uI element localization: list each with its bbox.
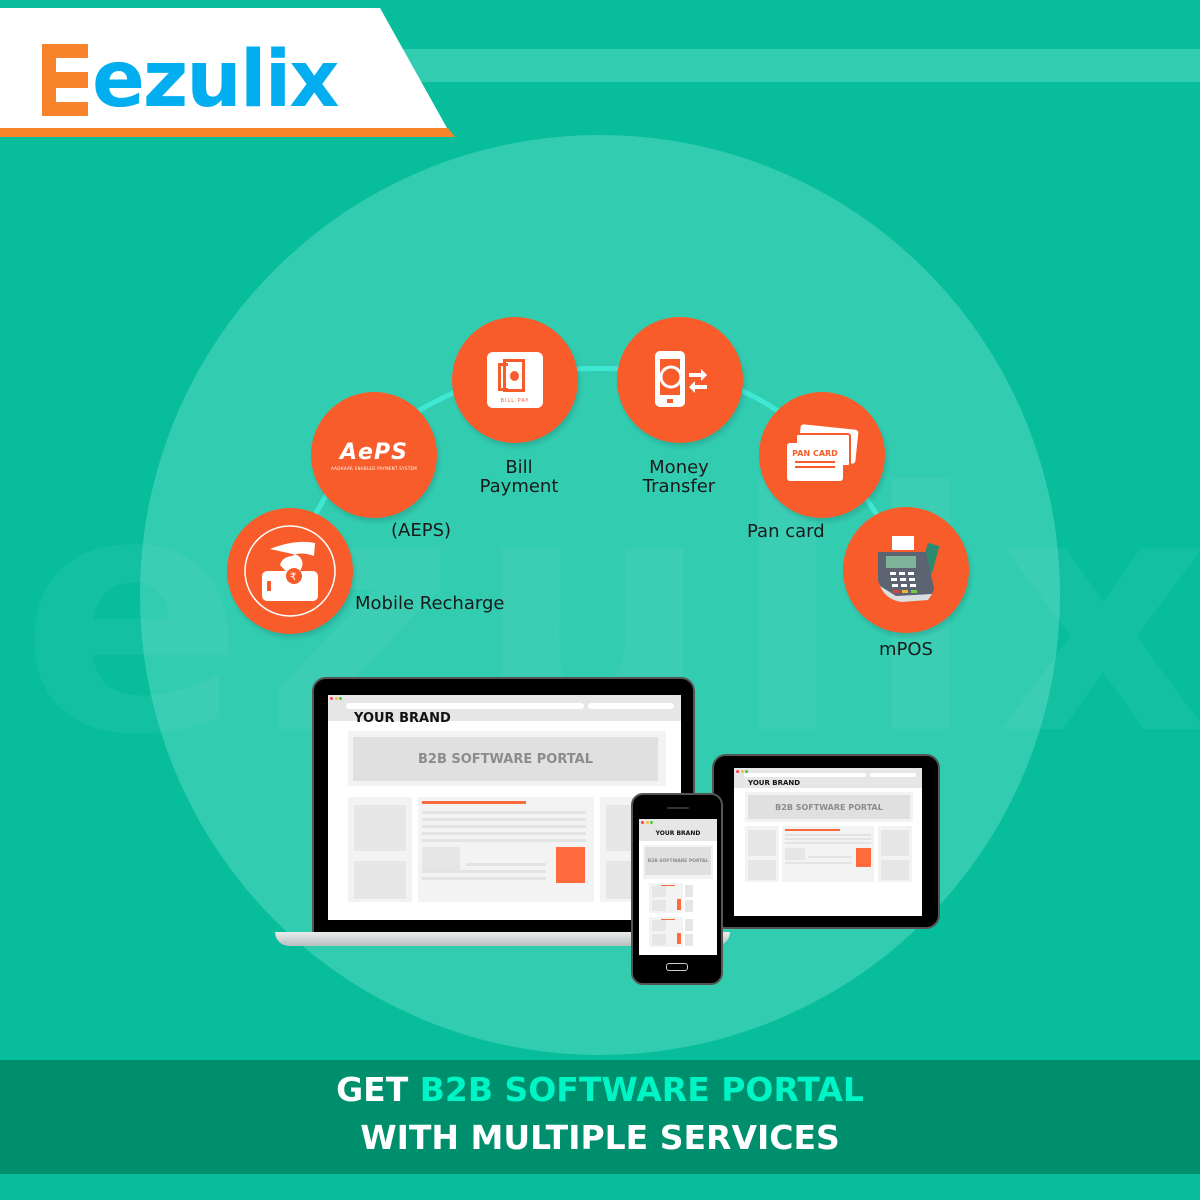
footer-headline-line1: GET B2B SOFTWARE PORTAL: [336, 1070, 864, 1109]
service-mobile-recharge[interactable]: ₹: [227, 508, 353, 634]
label-bill-payment: Bill Payment: [479, 457, 559, 497]
tablet-browser-bar: YOUR BRAND: [734, 768, 922, 788]
pan-card-icon: PAN CARD: [787, 424, 859, 485]
aeps-icon: AePS AADHAAR ENABLED PAYMENT SYSTEM: [330, 439, 418, 471]
phone-screen: YOUR BRAND B2B SOFTWARE PORTAL: [639, 819, 717, 955]
footer-banner: GET B2B SOFTWARE PORTAL WITH MULTIPLE SE…: [0, 1060, 1200, 1174]
tablet-hero: B2B SOFTWARE PORTAL: [748, 795, 910, 819]
laptop-browser-bar: YOUR BRAND: [328, 695, 681, 726]
phone-brand-title: YOUR BRAND: [655, 830, 701, 837]
services-connector-arc: [287, 366, 909, 572]
pos-terminal-icon: [878, 536, 940, 602]
laptop-brand-title: YOUR BRAND: [354, 711, 451, 726]
service-money-transfer[interactable]: [617, 317, 743, 443]
bill-pay-icon: BILL PAY: [487, 352, 543, 408]
footer-accent-text: B2B SOFTWARE PORTAL: [419, 1070, 864, 1109]
tablet-screen: YOUR BRAND B2B SOFTWARE PORTAL: [734, 768, 922, 916]
footer-headline-line2: WITH MULTIPLE SERVICES: [360, 1118, 840, 1157]
service-aeps[interactable]: AePS AADHAAR ENABLED PAYMENT SYSTEM: [311, 392, 437, 518]
service-bill-payment[interactable]: BILL PAY: [452, 317, 578, 443]
money-transfer-icon: [655, 351, 707, 407]
laptop-hero: B2B SOFTWARE PORTAL: [353, 737, 658, 781]
service-pan-card[interactable]: PAN CARD: [759, 392, 885, 518]
phone-home-button: [666, 963, 688, 971]
phone-hero: B2B SOFTWARE PORTAL: [645, 847, 711, 875]
label-pan-card: Pan card: [747, 521, 825, 542]
label-mobile-recharge: Mobile Recharge: [355, 593, 505, 614]
svg-text:₹: ₹: [290, 572, 296, 583]
label-mpos: mPOS: [879, 639, 933, 660]
label-aeps: (AEPS): [391, 520, 452, 541]
laptop-screen: YOUR BRAND B2B SOFTWARE PORTAL: [328, 695, 681, 920]
tablet-brand-title: YOUR BRAND: [748, 779, 801, 787]
label-money-transfer: Money Transfer: [642, 457, 716, 497]
phone-device: YOUR BRAND B2B SOFTWARE PORTAL: [631, 793, 723, 985]
tablet-device: YOUR BRAND B2B SOFTWARE PORTAL: [712, 754, 940, 929]
mobile-recharge-icon: ₹: [244, 525, 336, 617]
service-mpos[interactable]: [843, 507, 969, 633]
phone-browser-bar: YOUR BRAND: [639, 819, 717, 841]
